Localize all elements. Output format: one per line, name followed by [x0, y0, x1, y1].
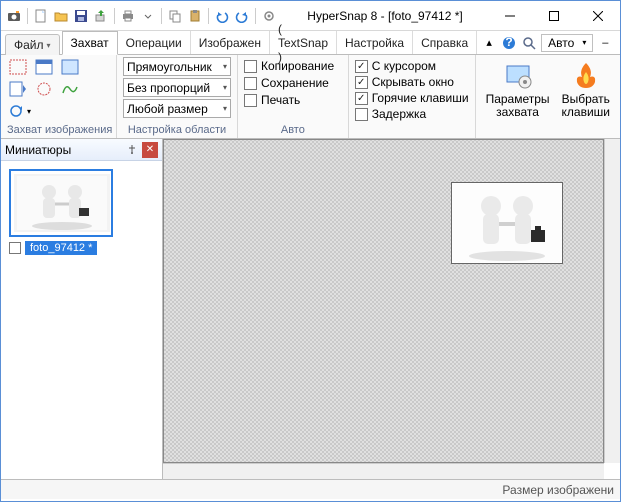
window-controls [488, 2, 620, 30]
sep-icon [255, 8, 256, 24]
thumbnail-checkbox[interactable] [9, 242, 21, 254]
tab-settings[interactable]: Настройка [337, 31, 413, 54]
thumbnails-panel: Миниатюры ✕ foto_97412 * [1, 139, 163, 479]
check-cursor[interactable]: ✓С курсором [355, 59, 469, 73]
check-print[interactable]: Печать [244, 93, 334, 107]
thumbnail[interactable] [9, 169, 113, 237]
help-icon[interactable]: ? [501, 35, 517, 51]
settings-dropdown-icon[interactable] [260, 7, 278, 25]
check-hide-window[interactable]: ✓Скрывать окно [355, 75, 469, 89]
check-save[interactable]: Сохранение [244, 76, 334, 90]
save-icon[interactable] [72, 7, 90, 25]
group-label: Настройка области [123, 122, 231, 136]
thumbnail-label[interactable]: foto_97412 * [25, 241, 97, 255]
fire-icon [570, 59, 602, 91]
new-icon[interactable] [32, 7, 50, 25]
workspace: Миниатюры ✕ foto_97412 * [1, 139, 620, 479]
sep-icon [27, 8, 28, 24]
image-content[interactable] [451, 182, 563, 264]
print-icon[interactable] [119, 7, 137, 25]
statusbar: Размер изображени [1, 479, 620, 499]
panel-title: Миниатюры [5, 143, 122, 157]
group-label: Авто [244, 122, 342, 136]
tab-capture[interactable]: Захват [62, 31, 118, 55]
svg-text:?: ? [505, 36, 512, 49]
sep-icon [161, 8, 162, 24]
capture-window-icon[interactable] [33, 57, 55, 77]
camera-icon[interactable] [5, 7, 23, 25]
group-label [355, 122, 469, 136]
capture-fullscreen-icon[interactable] [59, 57, 81, 77]
ratio-combo[interactable]: Без пропорций▾ [123, 78, 231, 97]
ribbon-dropdown-icon[interactable]: ▴ [481, 35, 497, 51]
capture-freehand-icon[interactable] [59, 79, 81, 99]
window-title: HyperSnap 8 - [foto_97412 *] [282, 9, 488, 23]
sep-icon [208, 8, 209, 24]
tab-help[interactable]: Справка [413, 31, 477, 54]
check-delay[interactable]: Задержка [355, 107, 469, 121]
panel-close-button[interactable]: ✕ [142, 142, 158, 158]
capture-repeat-icon[interactable]: ▾ [7, 101, 81, 121]
thumbnail-image [14, 174, 110, 232]
capture-scroll-icon[interactable] [7, 79, 29, 99]
vertical-scrollbar[interactable] [604, 139, 620, 463]
tab-file[interactable]: Файл▾ [5, 34, 60, 55]
mdi-minimize-button[interactable]: – [597, 35, 613, 51]
open-icon[interactable] [52, 7, 70, 25]
copy-icon[interactable] [166, 7, 184, 25]
ribbon: ▾ Захват изображения Прямоугольник▾ Без … [1, 55, 620, 139]
check-hotkeys[interactable]: ✓Горячие клавиши [355, 91, 469, 105]
quick-access-toolbar [1, 7, 282, 25]
search-icon[interactable] [521, 35, 537, 51]
tab-textsnap[interactable]: ( TextSnap ) [270, 31, 337, 54]
pin-icon[interactable] [124, 142, 140, 158]
status-text: Размер изображени [502, 483, 614, 497]
export-icon[interactable] [92, 7, 110, 25]
capture-object-icon[interactable] [33, 79, 55, 99]
ribbon-tabs: Файл▾ Захват Операции Изображен ( TextSn… [1, 31, 620, 55]
close-button[interactable] [576, 2, 620, 30]
mdi-restore-button[interactable]: ❐ [617, 35, 621, 51]
size-combo[interactable]: Любой размер▾ [123, 99, 231, 118]
minimize-button[interactable] [488, 2, 532, 30]
capture-settings-button[interactable]: Параметры захвата [482, 57, 554, 121]
capture-settings-icon [502, 59, 534, 91]
maximize-button[interactable] [532, 2, 576, 30]
paste-dropdown-icon[interactable] [186, 7, 204, 25]
choose-keys-button[interactable]: Выбрать клавиши [558, 57, 614, 121]
tab-operations[interactable]: Операции [118, 31, 191, 54]
redo-icon[interactable] [233, 7, 251, 25]
shape-combo[interactable]: Прямоугольник▾ [123, 57, 231, 76]
tab-image[interactable]: Изображен [191, 31, 270, 54]
group-label [482, 122, 614, 136]
undo-icon[interactable] [213, 7, 231, 25]
group-label: Захват изображения [7, 122, 110, 136]
canvas-area [163, 139, 620, 479]
canvas-viewport[interactable] [163, 139, 604, 463]
capture-region-icon[interactable] [7, 57, 29, 77]
horizontal-scrollbar[interactable] [163, 463, 604, 479]
auto-combo[interactable]: Авто▾ [541, 34, 593, 52]
print-dropdown-icon[interactable] [139, 7, 157, 25]
sep-icon [114, 8, 115, 24]
